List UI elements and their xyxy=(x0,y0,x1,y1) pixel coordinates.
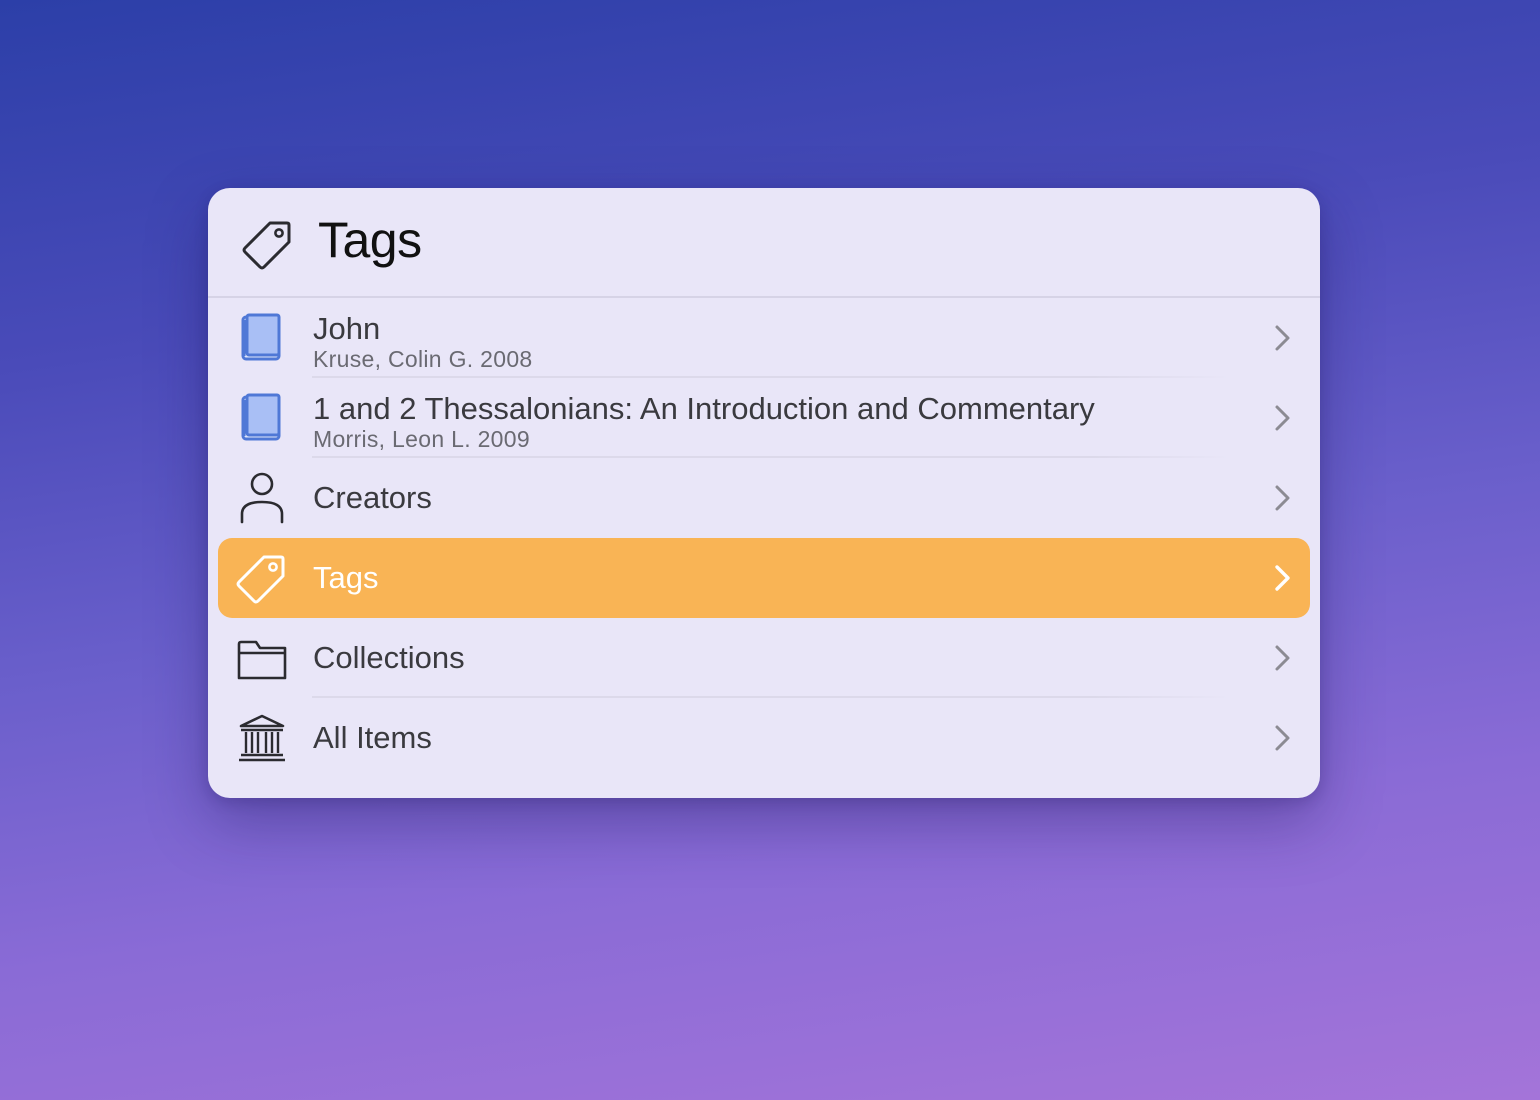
item-title: Tags xyxy=(313,560,379,595)
item-title: Creators xyxy=(313,480,432,515)
chevron-right-icon xyxy=(1270,324,1294,352)
list-item-text: Collections xyxy=(313,618,1240,698)
list-item-all-items[interactable]: All Items xyxy=(208,698,1320,778)
tags-panel: Tags John Kruse, Colin G. 2008 1 and 2 T… xyxy=(208,188,1320,798)
library-icon xyxy=(236,712,288,764)
list-item-text: All Items xyxy=(313,698,1240,778)
item-title: John xyxy=(313,311,381,346)
item-title: Collections xyxy=(313,640,465,675)
folder-icon xyxy=(236,632,288,684)
chevron-right-icon xyxy=(1270,644,1294,672)
chevron-right-icon xyxy=(1270,404,1294,432)
list-item-thessalonians[interactable]: 1 and 2 Thessalonians: An Introduction a… xyxy=(208,378,1320,458)
list-item-collections[interactable]: Collections xyxy=(208,618,1320,698)
item-subtitle: Kruse, Colin G. 2008 xyxy=(313,346,533,372)
person-icon xyxy=(236,472,288,524)
list-item-john[interactable]: John Kruse, Colin G. 2008 xyxy=(208,298,1320,378)
item-title: 1 and 2 Thessalonians: An Introduction a… xyxy=(313,391,1095,426)
list-item-text: Tags xyxy=(313,538,1240,618)
list-item-tags[interactable]: Tags xyxy=(208,538,1320,618)
list-item-text: 1 and 2 Thessalonians: An Introduction a… xyxy=(313,378,1240,458)
book-icon xyxy=(236,392,288,444)
chevron-right-icon xyxy=(1270,724,1294,752)
list-item-text: Creators xyxy=(313,458,1240,538)
item-subtitle: Morris, Leon L. 2009 xyxy=(313,426,530,452)
list-item-creators[interactable]: Creators xyxy=(208,458,1320,538)
chevron-right-icon xyxy=(1270,484,1294,512)
tag-icon xyxy=(242,218,294,270)
item-list: John Kruse, Colin G. 2008 1 and 2 Thessa… xyxy=(208,298,1320,778)
chevron-right-icon xyxy=(1270,564,1294,592)
book-icon xyxy=(236,312,288,364)
list-item-text: John Kruse, Colin G. 2008 xyxy=(313,298,1240,378)
tag-icon xyxy=(236,552,288,604)
page-title: Tags xyxy=(318,212,422,268)
panel-header: Tags xyxy=(208,188,1320,298)
item-title: All Items xyxy=(313,720,432,755)
